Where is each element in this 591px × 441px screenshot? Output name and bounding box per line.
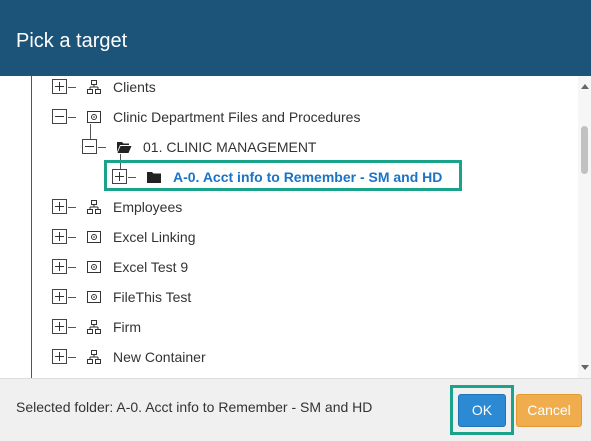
expand-icon[interactable] — [52, 259, 67, 274]
scroll-up-arrow-icon[interactable] — [581, 84, 589, 89]
expand-icon[interactable] — [52, 319, 67, 334]
expand-icon[interactable] — [52, 289, 67, 304]
folder-tree[interactable]: Clients Clinic Department Files and Proc… — [0, 76, 591, 378]
cancel-button[interactable]: Cancel — [516, 394, 582, 427]
tree-item-firm[interactable]: Firm — [0, 312, 570, 342]
expand-icon[interactable] — [52, 199, 67, 214]
tree-item-label: Employees — [113, 199, 183, 215]
tree-item-excel-linking[interactable]: Excel Linking — [0, 222, 570, 252]
collapse-icon[interactable] — [82, 139, 97, 154]
tree-item-employees[interactable]: Employees — [0, 192, 570, 222]
network-icon — [87, 320, 101, 334]
expand-icon[interactable] — [52, 349, 67, 364]
tree-item-label: Excel Linking — [113, 229, 196, 245]
tree-item-clients[interactable]: Clients — [0, 76, 570, 102]
vertical-scrollbar[interactable] — [578, 76, 591, 378]
tree-item-label: Firm — [113, 319, 141, 335]
selection-highlight — [104, 160, 462, 191]
tree-item-clinic-department[interactable]: Clinic Department Files and Procedures — [0, 102, 570, 132]
tree-item-label: FileThis Test — [113, 289, 192, 305]
cabinet-icon — [87, 231, 101, 243]
folder-open-icon — [117, 142, 132, 153]
cabinet-icon — [87, 261, 101, 273]
network-icon — [87, 200, 101, 214]
tree-item-filethis-test[interactable]: FileThis Test — [0, 282, 570, 312]
tree-item-excel-test-9[interactable]: Excel Test 9 — [0, 252, 570, 282]
network-icon — [87, 80, 101, 94]
network-icon — [87, 350, 101, 364]
dialog-title: Pick a target — [16, 30, 128, 52]
tree-item-new-container[interactable]: New Container — [0, 342, 570, 372]
tree-item-label: New Container — [113, 349, 206, 365]
scroll-down-arrow-icon[interactable] — [581, 365, 589, 370]
cabinet-icon — [87, 291, 101, 303]
tree-item-label: Clients — [113, 79, 156, 95]
tree-item-label: Excel Test 9 — [113, 259, 189, 275]
cabinet-icon — [87, 111, 101, 123]
tree-item-label: Clinic Department Files and Procedures — [113, 109, 361, 125]
expand-icon[interactable] — [52, 79, 67, 94]
dialog-footer: Selected folder: A-0. Acct info to Remem… — [0, 378, 591, 441]
expand-icon[interactable] — [52, 229, 67, 244]
dialog-header: Pick a target — [0, 0, 591, 76]
scrollbar-thumb[interactable] — [581, 126, 588, 174]
collapse-icon[interactable] — [52, 109, 67, 124]
tree-item-label: 01. CLINIC MANAGEMENT — [143, 139, 317, 155]
selected-folder-text: Selected folder: A-0. Acct info to Remem… — [16, 399, 373, 415]
tree-item-clinic-management[interactable]: 01. CLINIC MANAGEMENT — [0, 132, 570, 162]
ok-button[interactable]: OK — [458, 394, 506, 427]
